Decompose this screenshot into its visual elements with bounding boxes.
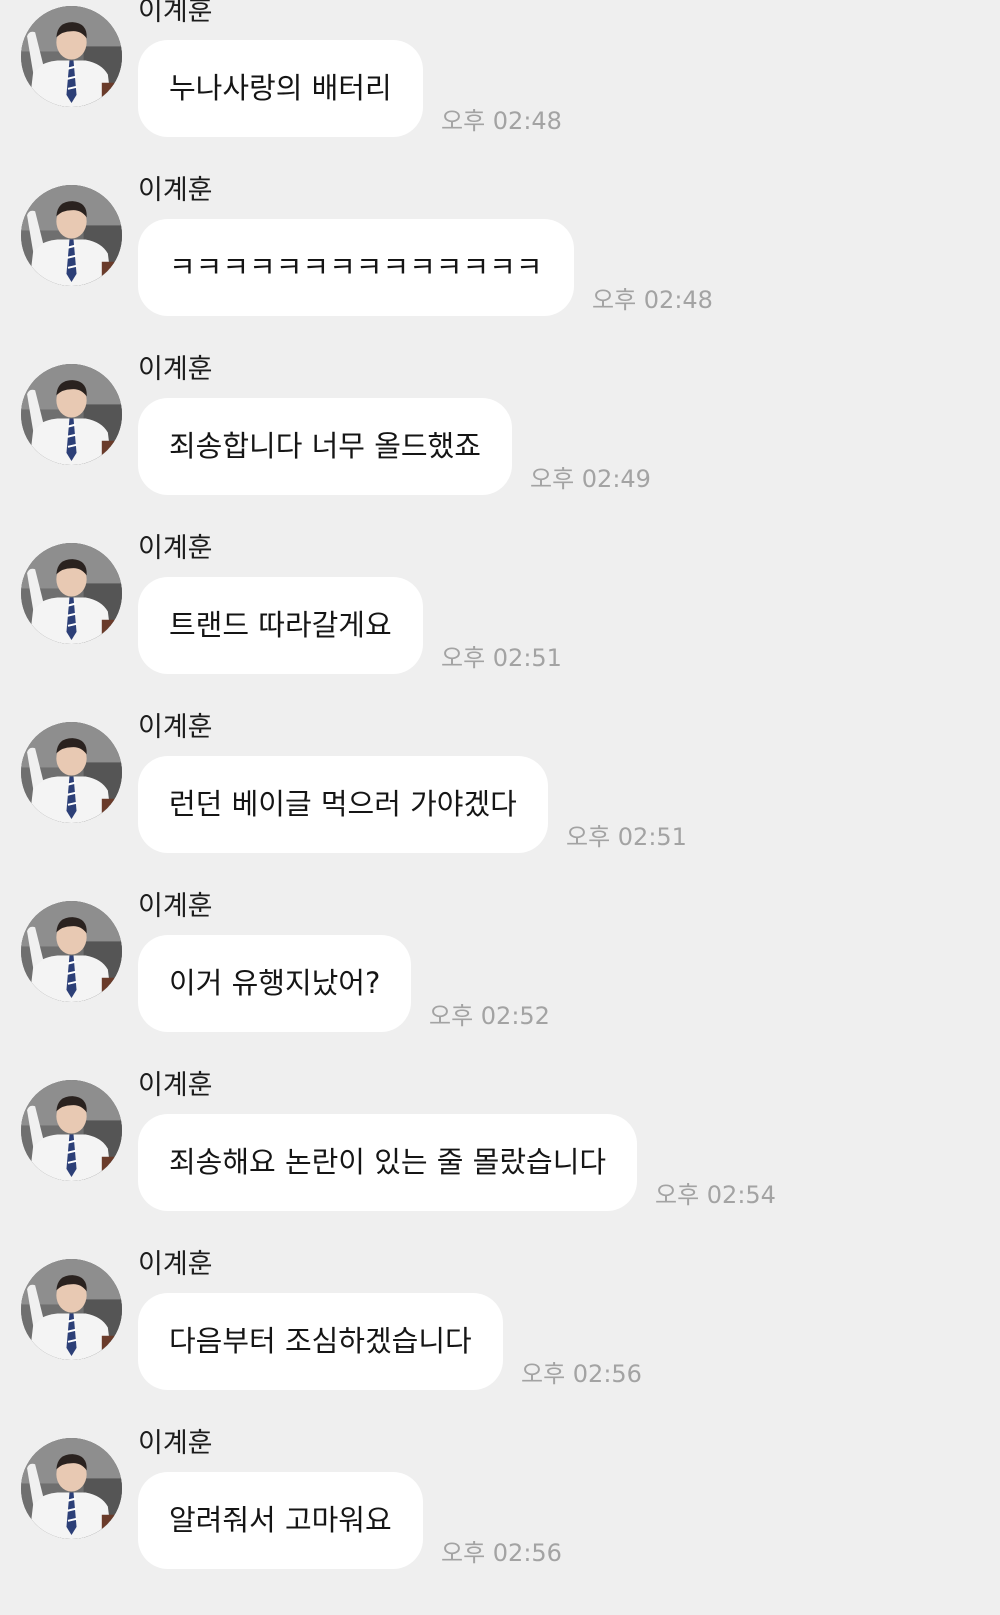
sender-name: 이계훈: [138, 1070, 213, 1101]
sender-name: 이계훈: [138, 712, 213, 743]
message-row: 이계훈 트랜드 따라갈게요 오후 02:51: [0, 533, 1000, 720]
message-bubble[interactable]: 다음부터 조심하겠습니다: [138, 1293, 503, 1390]
message-timestamp: 오후 02:54: [655, 1181, 776, 1209]
message-bubble[interactable]: 알려줘서 고마워요: [138, 1472, 423, 1569]
sender-name: 이계훈: [138, 175, 213, 206]
message-bubble[interactable]: ㅋㅋㅋㅋㅋㅋㅋㅋㅋㅋㅋㅋㅋㅋ: [138, 219, 574, 316]
profile-photo-icon[interactable]: [21, 364, 122, 465]
profile-photo-icon[interactable]: [21, 185, 122, 286]
message-bubble[interactable]: 트랜드 따라갈게요: [138, 577, 423, 674]
message-bubble[interactable]: 죄송합니다 너무 올드했죠: [138, 398, 512, 495]
message-timestamp: 오후 02:51: [566, 823, 687, 851]
sender-name: 이계훈: [138, 533, 213, 564]
profile-photo-icon[interactable]: [21, 722, 122, 823]
message-timestamp: 오후 02:52: [429, 1002, 550, 1030]
message-row: 이계훈 다음부터 조심하겠습니다 오후 02:56: [0, 1249, 1000, 1436]
profile-photo-icon[interactable]: [21, 1438, 122, 1539]
message-row: 이계훈 이거 유행지났어? 오후 02:52: [0, 891, 1000, 1078]
profile-photo-icon[interactable]: [21, 901, 122, 1002]
message-row: 이계훈 죄송합니다 너무 올드했죠 오후 02:49: [0, 354, 1000, 541]
sender-name: 이계훈: [138, 0, 213, 27]
message-bubble[interactable]: 죄송해요 논란이 있는 줄 몰랐습니다: [138, 1114, 638, 1211]
profile-photo-icon[interactable]: [21, 543, 122, 644]
message-row: 이계훈 ㅋㅋㅋㅋㅋㅋㅋㅋㅋㅋㅋㅋㅋㅋ 오후 02:48: [0, 175, 1000, 362]
message-timestamp: 오후 02:48: [441, 107, 562, 135]
message-timestamp: 오후 02:48: [592, 286, 713, 314]
sender-name: 이계훈: [138, 891, 213, 922]
sender-name: 이계훈: [138, 1428, 213, 1459]
sender-name: 이계훈: [138, 354, 213, 385]
message-bubble[interactable]: 런던 베이글 먹으러 가야겠다: [138, 756, 548, 853]
message-timestamp: 오후 02:56: [521, 1360, 642, 1388]
profile-photo-icon[interactable]: [21, 1080, 122, 1181]
chat-message-list[interactable]: 이계훈 누나사랑의 배터리 오후 02:48 이계훈 ㅋㅋㅋㅋㅋㅋㅋㅋㅋㅋㅋㅋㅋ…: [0, 0, 1000, 1606]
message-row: 이계훈 누나사랑의 배터리 오후 02:48: [0, 0, 1000, 183]
profile-photo-icon[interactable]: [21, 6, 122, 107]
message-row: 이계훈 알려줘서 고마워요 오후 02:56: [0, 1428, 1000, 1615]
sender-name: 이계훈: [138, 1249, 213, 1280]
message-timestamp: 오후 02:56: [441, 1539, 562, 1567]
message-bubble[interactable]: 누나사랑의 배터리: [138, 40, 423, 137]
profile-photo-icon[interactable]: [21, 1259, 122, 1360]
message-timestamp: 오후 02:51: [441, 644, 562, 672]
message-bubble[interactable]: 이거 유행지났어?: [138, 935, 412, 1032]
message-row: 이계훈 죄송해요 논란이 있는 줄 몰랐습니다 오후 02:54: [0, 1070, 1000, 1257]
message-row: 이계훈 런던 베이글 먹으러 가야겠다 오후 02:51: [0, 712, 1000, 899]
message-timestamp: 오후 02:49: [530, 465, 651, 493]
